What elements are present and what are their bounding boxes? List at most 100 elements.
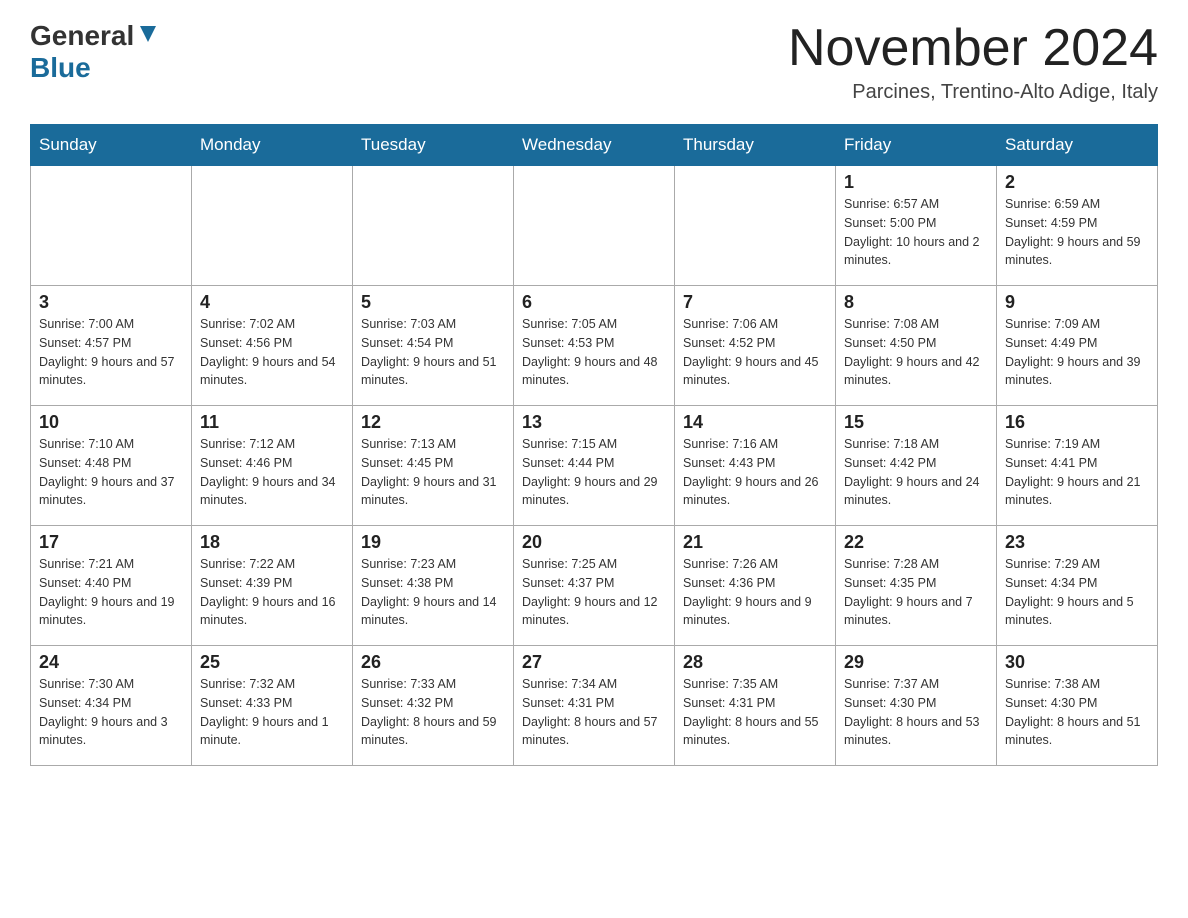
day-info: Sunrise: 7:09 AMSunset: 4:49 PMDaylight:… (1005, 315, 1149, 390)
day-number: 17 (39, 532, 183, 553)
calendar-cell: 13Sunrise: 7:15 AMSunset: 4:44 PMDayligh… (514, 406, 675, 526)
calendar-cell (675, 166, 836, 286)
day-number: 5 (361, 292, 505, 313)
day-number: 22 (844, 532, 988, 553)
day-info: Sunrise: 7:21 AMSunset: 4:40 PMDaylight:… (39, 555, 183, 630)
day-info: Sunrise: 7:03 AMSunset: 4:54 PMDaylight:… (361, 315, 505, 390)
day-info: Sunrise: 7:10 AMSunset: 4:48 PMDaylight:… (39, 435, 183, 510)
day-info: Sunrise: 7:06 AMSunset: 4:52 PMDaylight:… (683, 315, 827, 390)
day-info: Sunrise: 7:26 AMSunset: 4:36 PMDaylight:… (683, 555, 827, 630)
month-title: November 2024 (788, 20, 1158, 77)
day-number: 20 (522, 532, 666, 553)
calendar-cell: 6Sunrise: 7:05 AMSunset: 4:53 PMDaylight… (514, 286, 675, 406)
day-number: 25 (200, 652, 344, 673)
calendar-day-header: Sunday (31, 125, 192, 166)
day-info: Sunrise: 7:00 AMSunset: 4:57 PMDaylight:… (39, 315, 183, 390)
day-info: Sunrise: 7:22 AMSunset: 4:39 PMDaylight:… (200, 555, 344, 630)
calendar-cell: 15Sunrise: 7:18 AMSunset: 4:42 PMDayligh… (836, 406, 997, 526)
day-number: 23 (1005, 532, 1149, 553)
logo-text: General (30, 20, 159, 52)
calendar-cell: 4Sunrise: 7:02 AMSunset: 4:56 PMDaylight… (192, 286, 353, 406)
calendar-cell: 18Sunrise: 7:22 AMSunset: 4:39 PMDayligh… (192, 526, 353, 646)
day-number: 27 (522, 652, 666, 673)
calendar-cell (192, 166, 353, 286)
day-number: 6 (522, 292, 666, 313)
calendar-table: SundayMondayTuesdayWednesdayThursdayFrid… (30, 124, 1158, 766)
day-info: Sunrise: 7:15 AMSunset: 4:44 PMDaylight:… (522, 435, 666, 510)
day-info: Sunrise: 7:33 AMSunset: 4:32 PMDaylight:… (361, 675, 505, 750)
calendar-cell: 24Sunrise: 7:30 AMSunset: 4:34 PMDayligh… (31, 646, 192, 766)
day-number: 13 (522, 412, 666, 433)
location-text: Parcines, Trentino-Alto Adige, Italy (788, 81, 1158, 104)
calendar-cell: 17Sunrise: 7:21 AMSunset: 4:40 PMDayligh… (31, 526, 192, 646)
calendar-cell: 10Sunrise: 7:10 AMSunset: 4:48 PMDayligh… (31, 406, 192, 526)
day-info: Sunrise: 7:19 AMSunset: 4:41 PMDaylight:… (1005, 435, 1149, 510)
day-info: Sunrise: 7:28 AMSunset: 4:35 PMDaylight:… (844, 555, 988, 630)
calendar-day-header: Monday (192, 125, 353, 166)
calendar-cell: 14Sunrise: 7:16 AMSunset: 4:43 PMDayligh… (675, 406, 836, 526)
calendar-cell: 22Sunrise: 7:28 AMSunset: 4:35 PMDayligh… (836, 526, 997, 646)
calendar-day-header: Wednesday (514, 125, 675, 166)
calendar-cell: 8Sunrise: 7:08 AMSunset: 4:50 PMDaylight… (836, 286, 997, 406)
day-number: 21 (683, 532, 827, 553)
calendar-cell: 26Sunrise: 7:33 AMSunset: 4:32 PMDayligh… (353, 646, 514, 766)
day-number: 29 (844, 652, 988, 673)
logo: General Blue (30, 20, 159, 84)
calendar-day-header: Thursday (675, 125, 836, 166)
calendar-cell: 3Sunrise: 7:00 AMSunset: 4:57 PMDaylight… (31, 286, 192, 406)
calendar-cell (514, 166, 675, 286)
day-number: 28 (683, 652, 827, 673)
calendar-cell: 11Sunrise: 7:12 AMSunset: 4:46 PMDayligh… (192, 406, 353, 526)
day-number: 26 (361, 652, 505, 673)
day-number: 9 (1005, 292, 1149, 313)
day-number: 12 (361, 412, 505, 433)
calendar-cell: 1Sunrise: 6:57 AMSunset: 5:00 PMDaylight… (836, 166, 997, 286)
day-number: 8 (844, 292, 988, 313)
day-number: 11 (200, 412, 344, 433)
calendar-header-row: SundayMondayTuesdayWednesdayThursdayFrid… (31, 125, 1158, 166)
day-info: Sunrise: 7:12 AMSunset: 4:46 PMDaylight:… (200, 435, 344, 510)
day-info: Sunrise: 7:37 AMSunset: 4:30 PMDaylight:… (844, 675, 988, 750)
day-number: 14 (683, 412, 827, 433)
day-info: Sunrise: 7:16 AMSunset: 4:43 PMDaylight:… (683, 435, 827, 510)
day-info: Sunrise: 7:30 AMSunset: 4:34 PMDaylight:… (39, 675, 183, 750)
day-info: Sunrise: 7:35 AMSunset: 4:31 PMDaylight:… (683, 675, 827, 750)
calendar-cell: 12Sunrise: 7:13 AMSunset: 4:45 PMDayligh… (353, 406, 514, 526)
calendar-week-row: 3Sunrise: 7:00 AMSunset: 4:57 PMDaylight… (31, 286, 1158, 406)
day-number: 3 (39, 292, 183, 313)
calendar-week-row: 1Sunrise: 6:57 AMSunset: 5:00 PMDaylight… (31, 166, 1158, 286)
day-info: Sunrise: 7:38 AMSunset: 4:30 PMDaylight:… (1005, 675, 1149, 750)
logo-arrow-icon (137, 23, 159, 45)
day-number: 24 (39, 652, 183, 673)
calendar-day-header: Friday (836, 125, 997, 166)
day-info: Sunrise: 6:57 AMSunset: 5:00 PMDaylight:… (844, 195, 988, 270)
day-info: Sunrise: 6:59 AMSunset: 4:59 PMDaylight:… (1005, 195, 1149, 270)
day-info: Sunrise: 7:18 AMSunset: 4:42 PMDaylight:… (844, 435, 988, 510)
calendar-cell: 19Sunrise: 7:23 AMSunset: 4:38 PMDayligh… (353, 526, 514, 646)
day-info: Sunrise: 7:05 AMSunset: 4:53 PMDaylight:… (522, 315, 666, 390)
calendar-week-row: 10Sunrise: 7:10 AMSunset: 4:48 PMDayligh… (31, 406, 1158, 526)
calendar-cell: 28Sunrise: 7:35 AMSunset: 4:31 PMDayligh… (675, 646, 836, 766)
day-info: Sunrise: 7:08 AMSunset: 4:50 PMDaylight:… (844, 315, 988, 390)
calendar-cell: 16Sunrise: 7:19 AMSunset: 4:41 PMDayligh… (997, 406, 1158, 526)
day-info: Sunrise: 7:34 AMSunset: 4:31 PMDaylight:… (522, 675, 666, 750)
day-number: 2 (1005, 172, 1149, 193)
calendar-cell: 29Sunrise: 7:37 AMSunset: 4:30 PMDayligh… (836, 646, 997, 766)
logo-general-text: General (30, 20, 134, 52)
page-header: General Blue November 2024 Parcines, Tre… (30, 20, 1158, 104)
calendar-cell: 7Sunrise: 7:06 AMSunset: 4:52 PMDaylight… (675, 286, 836, 406)
logo-blue-text: Blue (30, 52, 91, 84)
calendar-cell: 9Sunrise: 7:09 AMSunset: 4:49 PMDaylight… (997, 286, 1158, 406)
calendar-week-row: 17Sunrise: 7:21 AMSunset: 4:40 PMDayligh… (31, 526, 1158, 646)
day-number: 15 (844, 412, 988, 433)
calendar-cell: 20Sunrise: 7:25 AMSunset: 4:37 PMDayligh… (514, 526, 675, 646)
day-info: Sunrise: 7:32 AMSunset: 4:33 PMDaylight:… (200, 675, 344, 750)
day-number: 1 (844, 172, 988, 193)
day-number: 18 (200, 532, 344, 553)
calendar-day-header: Tuesday (353, 125, 514, 166)
day-info: Sunrise: 7:02 AMSunset: 4:56 PMDaylight:… (200, 315, 344, 390)
calendar-cell: 2Sunrise: 6:59 AMSunset: 4:59 PMDaylight… (997, 166, 1158, 286)
calendar-cell (31, 166, 192, 286)
day-info: Sunrise: 7:25 AMSunset: 4:37 PMDaylight:… (522, 555, 666, 630)
calendar-cell: 25Sunrise: 7:32 AMSunset: 4:33 PMDayligh… (192, 646, 353, 766)
